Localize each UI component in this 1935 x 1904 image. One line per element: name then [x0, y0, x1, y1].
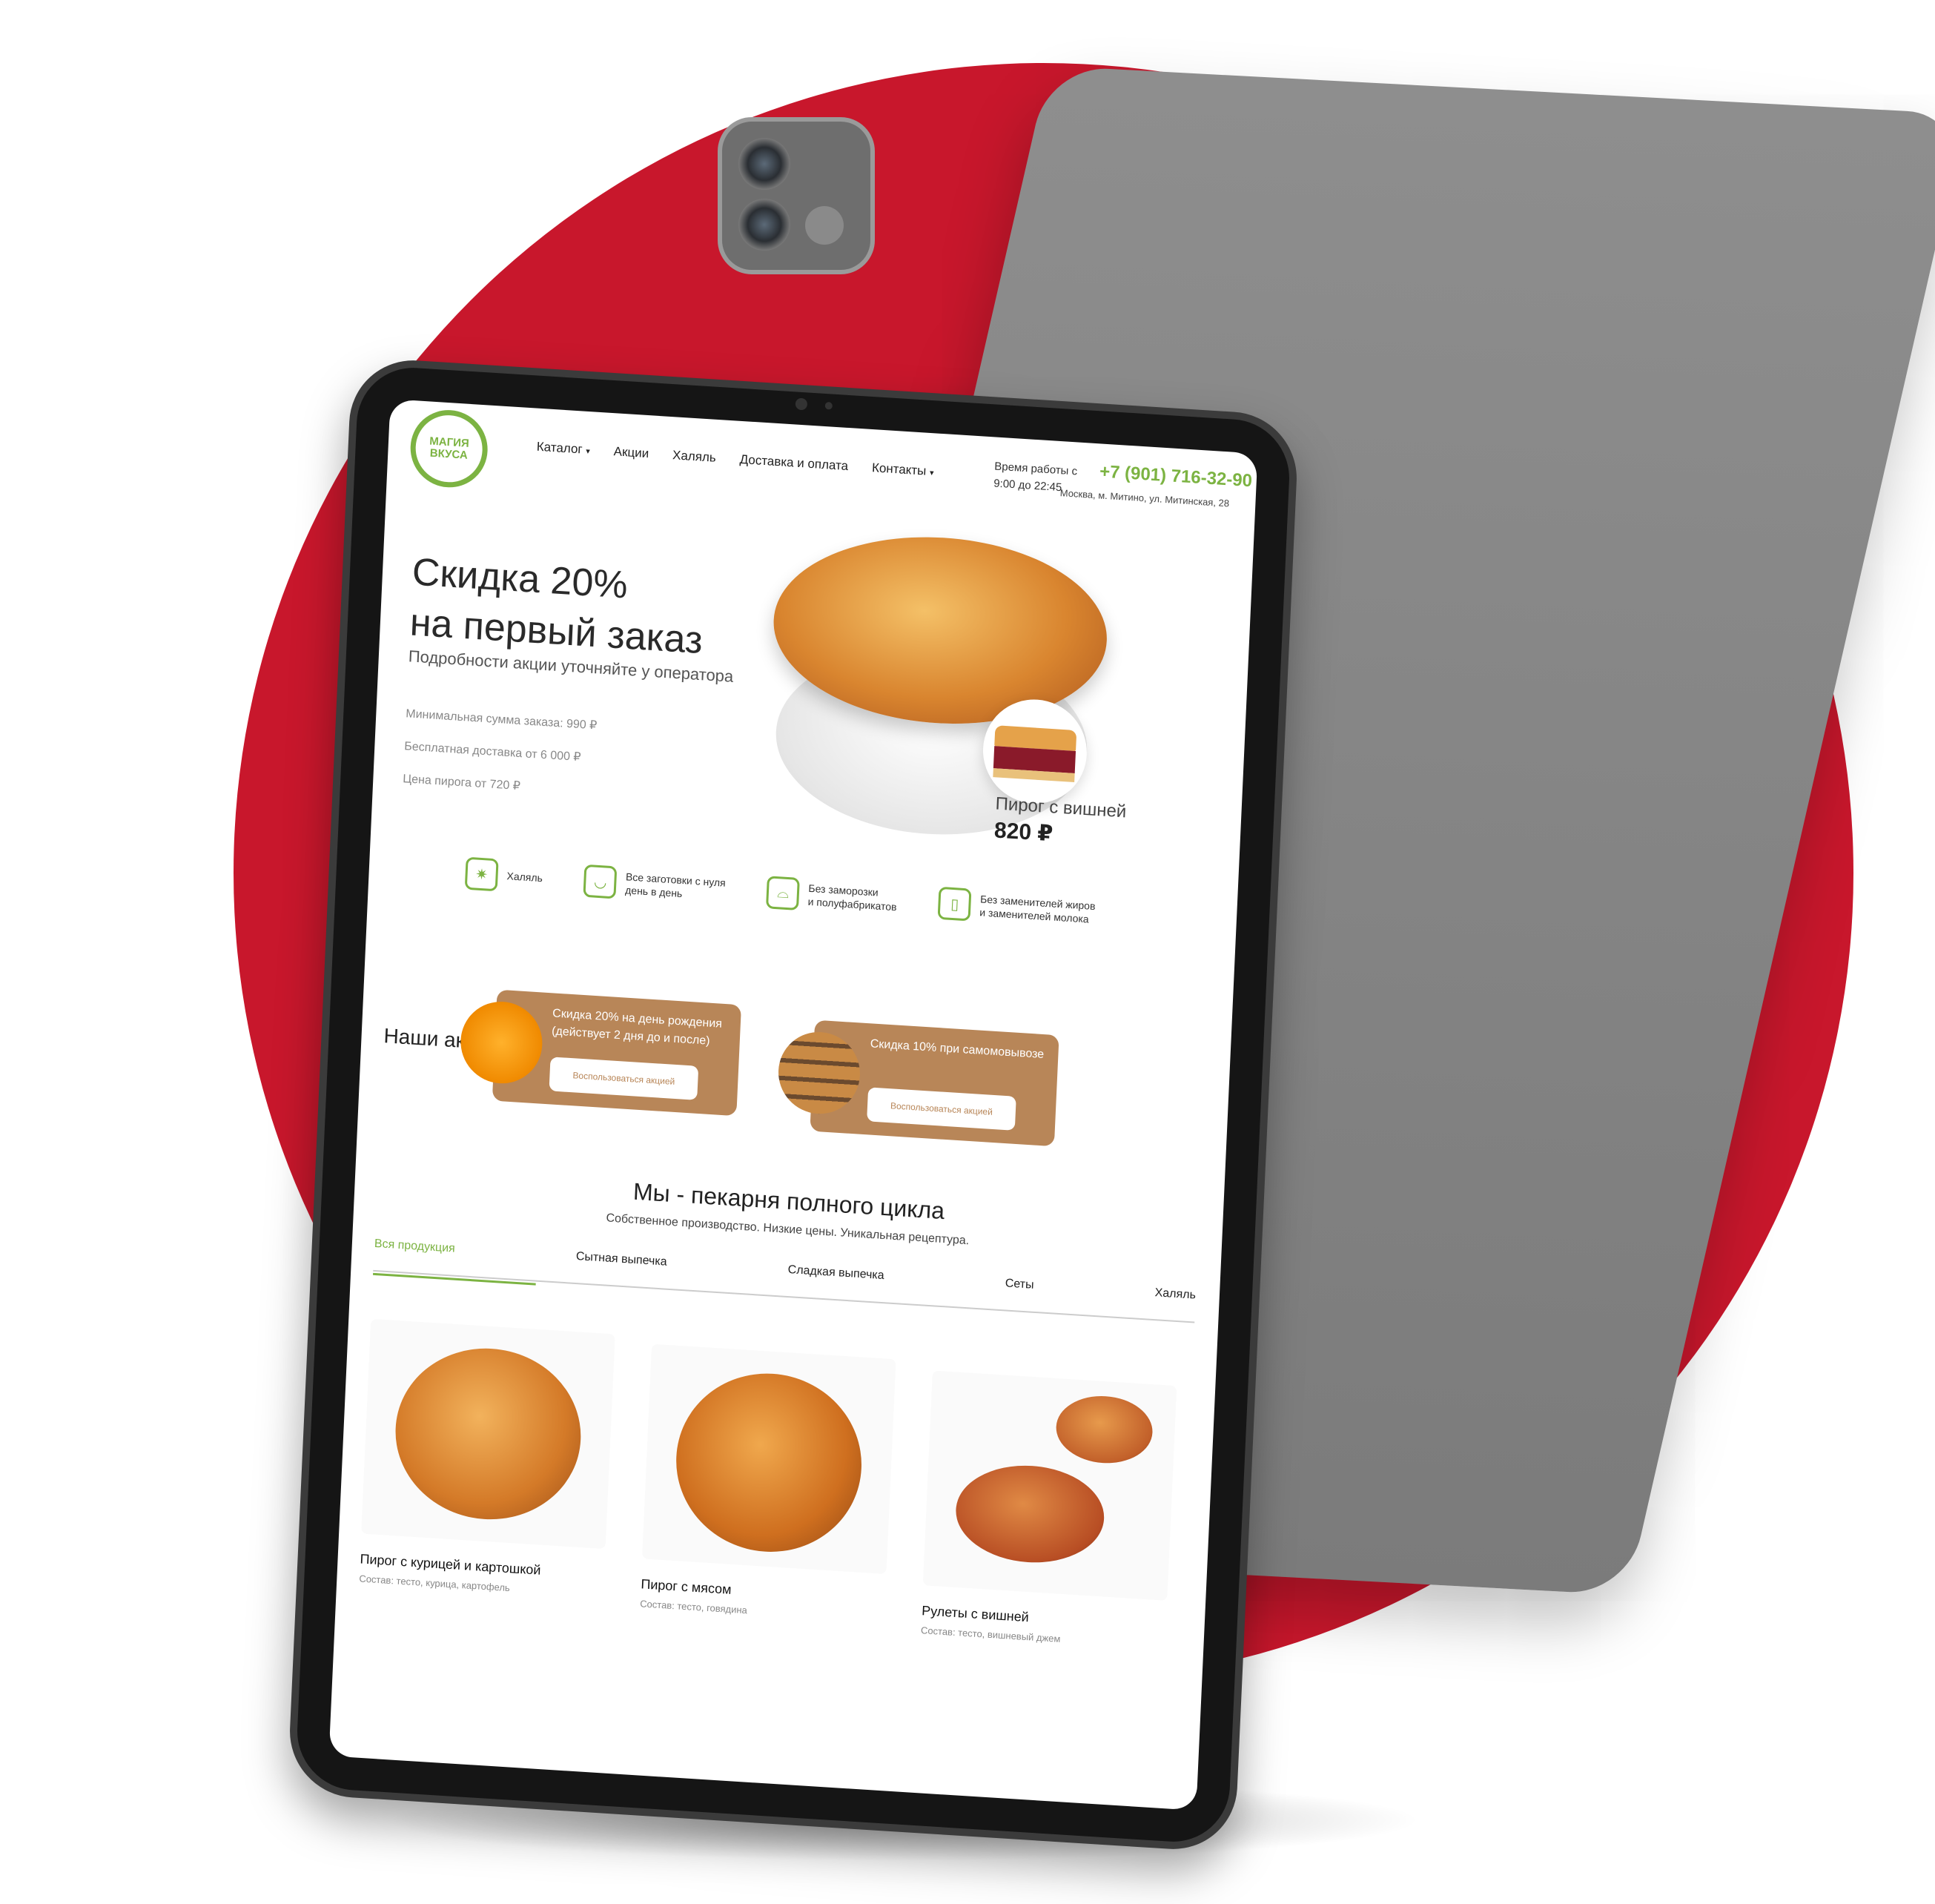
product-card[interactable]: Рулеты с вишней Состав: тесто, вишневый …	[921, 1370, 1177, 1650]
nav-contacts[interactable]: Контакты ▾	[872, 460, 934, 479]
product-card[interactable]: Пирог с курицей и картошкой Состав: тест…	[359, 1318, 615, 1599]
camera-lens-icon	[738, 199, 790, 251]
feature-label: Без заморозки и полуфабрикатов	[807, 882, 897, 913]
promo-text: Скидка 10% при самомовывозе	[870, 1037, 1045, 1062]
features-row: ✷ Халяль ◡ Все заготовки с нуля день в де…	[464, 856, 1096, 929]
tab-sweet[interactable]: Сладкая выпечка	[787, 1263, 884, 1283]
address-text: Москва, м. Митино, ул. Митинская, 28	[1059, 487, 1230, 509]
feature-no-freeze: ⌓ Без заморозки и полуфабрикатов	[766, 876, 898, 916]
logo-text: МАГИЯ ВКУСА	[429, 434, 470, 462]
min-order-text: Минимальная сумма заказа: 990 ₽	[405, 707, 598, 733]
product-image	[922, 1370, 1177, 1601]
nav-halal[interactable]: Халяль	[672, 448, 716, 466]
birthday-cake-image	[459, 999, 544, 1086]
promo-card-birthday: Скидка 20% на день рождения (действует 2…	[459, 989, 742, 1117]
pie-price-from-text: Цена пирога от 720 ₽	[403, 773, 521, 793]
site-logo[interactable]: МАГИЯ ВКУСА	[408, 408, 489, 490]
tablet-front: МАГИЯ ВКУСА Каталог ▾ Акции Халяль Доста…	[287, 356, 1300, 1854]
nav-delivery[interactable]: Доставка и оплата	[739, 452, 848, 474]
feature-label: Без заменителей жиров и заменителей молок…	[979, 893, 1096, 925]
feature-halal: ✷ Халяль	[464, 856, 543, 895]
free-delivery-text: Бесплатная доставка от 6 000 ₽	[403, 740, 581, 764]
bread-icon: ⌓	[766, 876, 801, 910]
front-sensor-icon	[824, 401, 833, 410]
feature-fresh: ◡ Все заготовки с нуля день в день	[583, 864, 727, 906]
feature-label: Халяль	[506, 870, 543, 885]
use-promo-button[interactable]: Воспользоваться акцией	[549, 1057, 699, 1100]
nav-promos[interactable]: Акции	[613, 444, 649, 461]
main-nav: Каталог ▾ Акции Халяль Доставка и оплата…	[536, 440, 934, 480]
nav-catalog[interactable]: Каталог ▾	[536, 440, 590, 458]
tab-all-products[interactable]: Вся продукция	[374, 1237, 456, 1256]
feature-no-substitutes: ▯ Без заменителей жиров и заменителей мол…	[937, 886, 1096, 929]
product-image	[361, 1318, 615, 1550]
nav-contacts-label: Контакты	[871, 460, 927, 478]
milk-bottle-icon: ▯	[937, 886, 972, 922]
tab-savory[interactable]: Сытная выпечка	[575, 1250, 667, 1269]
rear-camera-module	[718, 117, 875, 274]
chevron-down-icon: ▾	[585, 446, 591, 457]
use-promo-button[interactable]: Воспользоваться акцией	[867, 1087, 1016, 1131]
mortar-bowl-icon: ◡	[583, 864, 618, 899]
product-image	[642, 1343, 896, 1575]
bakery-shelf-image	[776, 1029, 862, 1117]
feature-label: Все заготовки с нуля день в день	[624, 870, 727, 900]
front-camera-icon	[795, 397, 808, 411]
camera-flash-icon	[805, 206, 844, 245]
website-screen: МАГИЯ ВКУСА Каталог ▾ Акции Халяль Доста…	[328, 399, 1258, 1811]
promo-text: Скидка 20% на день рождения (действует 2…	[551, 1007, 723, 1048]
promo-card-pickup: Скидка 10% при самомовывозе Воспользоват…	[776, 1019, 1059, 1147]
featured-pie-price: 820 ₽	[993, 818, 1054, 847]
camera-lens-icon	[738, 138, 790, 190]
halal-star-icon: ✷	[464, 856, 499, 892]
chevron-down-icon: ▾	[929, 469, 934, 478]
tab-halal[interactable]: Халяль	[1154, 1286, 1196, 1302]
phone-link[interactable]: +7 (901) 716-32-90	[1099, 461, 1253, 492]
nav-catalog-label: Каталог	[536, 439, 583, 457]
tab-sets[interactable]: Сеты	[1005, 1277, 1033, 1292]
product-card[interactable]: Пирог с мясом Состав: тесто, говядина	[640, 1343, 896, 1624]
hero-title: Скидка 20% на первый заказ	[408, 547, 706, 666]
